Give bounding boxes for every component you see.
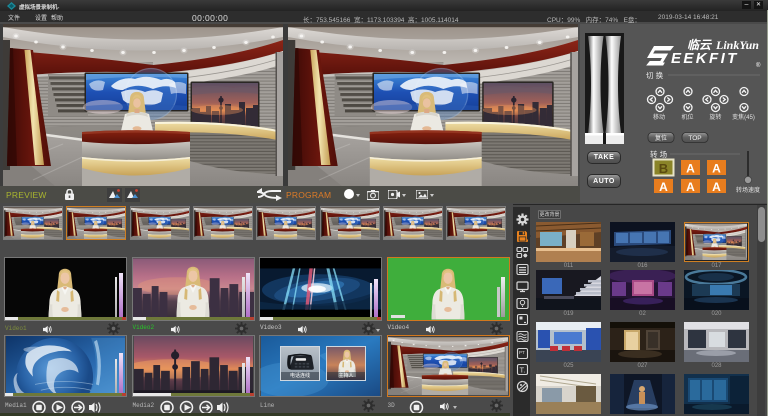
svg-text:EEKFIT: EEKFIT — [671, 50, 739, 67]
svg-text:A: A — [686, 162, 695, 176]
svg-text:PT: PT — [519, 350, 525, 355]
svg-text:TOP: TOP — [688, 135, 701, 142]
svg-text:B: B — [659, 161, 668, 176]
svg-text:旋转: 旋转 — [709, 113, 721, 121]
svg-text:转 场: 转 场 — [650, 149, 668, 159]
svg-text:T.: T. — [519, 366, 525, 375]
svg-text:转场速度: 转场速度 — [736, 186, 760, 194]
svg-text:复位: 复位 — [655, 134, 667, 142]
svg-text:切 换: 切 换 — [646, 70, 664, 80]
svg-text:变焦(45): 变焦(45) — [732, 113, 755, 121]
svg-text:A: A — [686, 180, 695, 194]
svg-text:A: A — [712, 162, 721, 176]
svg-text:®: ® — [756, 62, 761, 69]
svg-text:移动: 移动 — [653, 113, 665, 121]
svg-text:A: A — [659, 180, 668, 194]
svg-text:机位: 机位 — [681, 113, 693, 121]
svg-text:A: A — [712, 180, 721, 194]
